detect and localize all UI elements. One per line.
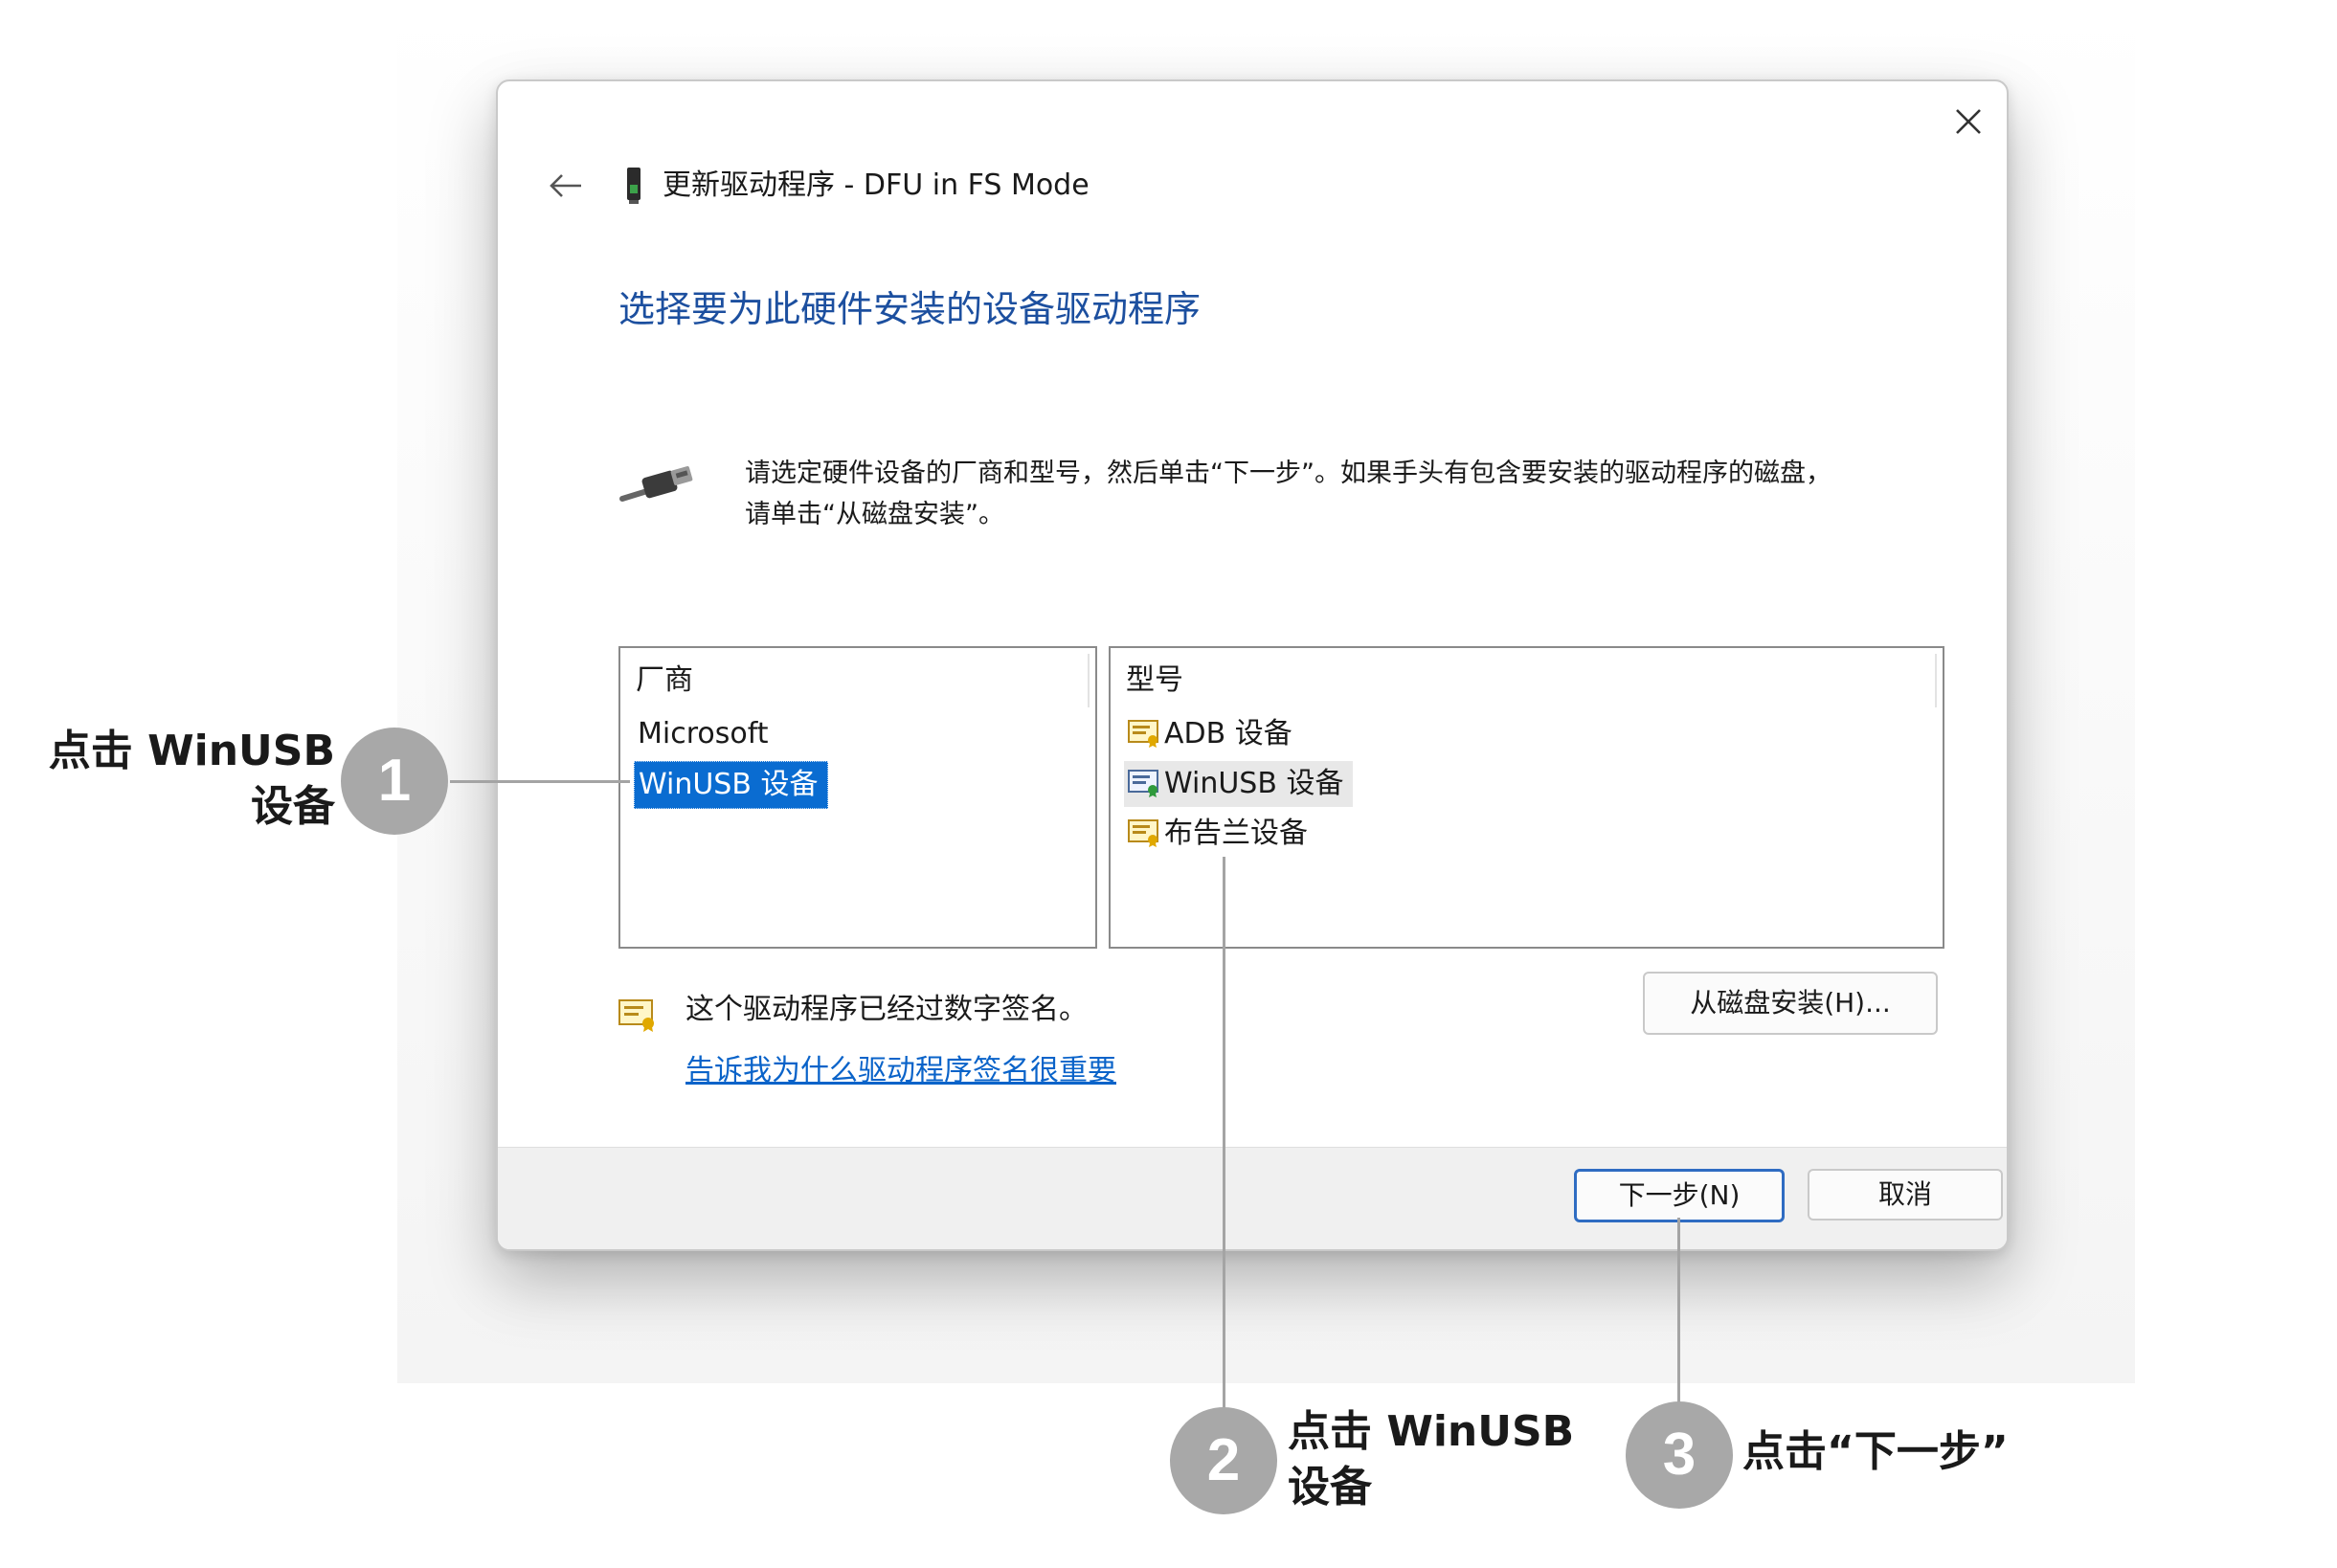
- window-title: 更新驱动程序 - DFU in FS Mode: [663, 168, 1090, 202]
- signed-driver-icon: [618, 999, 654, 1032]
- vendor-list-header: 厂商: [636, 663, 693, 697]
- close-button[interactable]: [1944, 97, 1993, 146]
- callout-3-line: [1677, 1218, 1680, 1407]
- callout-3-text: 点击“下一步”: [1742, 1427, 2009, 1476]
- callout-1-line-1: 点击 WinUSB: [48, 727, 335, 775]
- back-button[interactable]: [542, 162, 590, 210]
- vendor-item-winusb[interactable]: WinUSB 设备: [634, 761, 829, 809]
- model-item-label: ADB 设备: [1164, 717, 1292, 750]
- callout-2-line: [1223, 857, 1225, 1417]
- model-list-header: 型号: [1126, 663, 1183, 697]
- certificate-icon: [1128, 720, 1158, 748]
- back-arrow-icon: [550, 174, 581, 197]
- callout-1-badge: 1: [341, 728, 448, 835]
- have-disk-button[interactable]: 从磁盘安装(H)...: [1643, 972, 1938, 1035]
- usb-cable-icon: [619, 466, 693, 502]
- column-divider: [1088, 654, 1090, 707]
- callout-2-line-2: 设备: [1288, 1463, 1372, 1512]
- certificate-icon: [1128, 770, 1158, 797]
- callout-1-text: 点击 WinUSB 设备: [38, 724, 335, 835]
- vendor-listbox[interactable]: 厂商 Microsoft WinUSB 设备: [618, 646, 1097, 949]
- callout-2-text: 点击 WinUSB 设备: [1288, 1404, 1632, 1515]
- model-listbox[interactable]: 型号 ADB 设备 WinUSB 设备 布告兰设备: [1109, 646, 1944, 949]
- model-item-label: WinUSB 设备: [1164, 767, 1344, 800]
- instructions-line-1: 请选定硬件设备的厂商和型号，然后单击“下一步”。如果手头有包含要安装的驱动程序的…: [745, 459, 1831, 488]
- cancel-button[interactable]: 取消: [1808, 1169, 2003, 1221]
- update-driver-dialog: 更新驱动程序 - DFU in FS Mode 选择要为此硬件安装的设备驱动程序…: [496, 79, 2009, 1251]
- close-icon: [1956, 109, 1981, 134]
- callout-1-line: [450, 780, 630, 783]
- signing-info-link[interactable]: 告诉我为什么驱动程序签名很重要: [685, 1048, 1116, 1094]
- callout-1-line-2: 设备: [251, 782, 335, 831]
- instructions-text: 请选定硬件设备的厂商和型号，然后单击“下一步”。如果手头有包含要安装的驱动程序的…: [745, 453, 1932, 535]
- certificate-icon: [1128, 819, 1158, 847]
- callout-2-line-1: 点击 WinUSB: [1288, 1407, 1575, 1456]
- callout-3-badge: 3: [1626, 1401, 1733, 1509]
- signed-status-text: 这个驱动程序已经过数字签名。: [685, 993, 1088, 1026]
- page-heading: 选择要为此硬件安装的设备驱动程序: [618, 288, 1202, 330]
- instructions-line-2: 请单击“从磁盘安装”。: [745, 500, 1004, 529]
- model-item-bulletin[interactable]: 布告兰设备: [1124, 811, 1317, 857]
- model-item-winusb[interactable]: WinUSB 设备: [1124, 761, 1354, 807]
- vendor-item-microsoft[interactable]: Microsoft: [634, 711, 778, 757]
- device-icon: [627, 168, 640, 204]
- next-button[interactable]: 下一步(N): [1574, 1169, 1785, 1222]
- model-item-label: 布告兰设备: [1164, 817, 1308, 850]
- column-divider: [1935, 654, 1937, 707]
- callout-2-badge: 2: [1170, 1407, 1277, 1514]
- model-item-adb[interactable]: ADB 设备: [1124, 711, 1302, 757]
